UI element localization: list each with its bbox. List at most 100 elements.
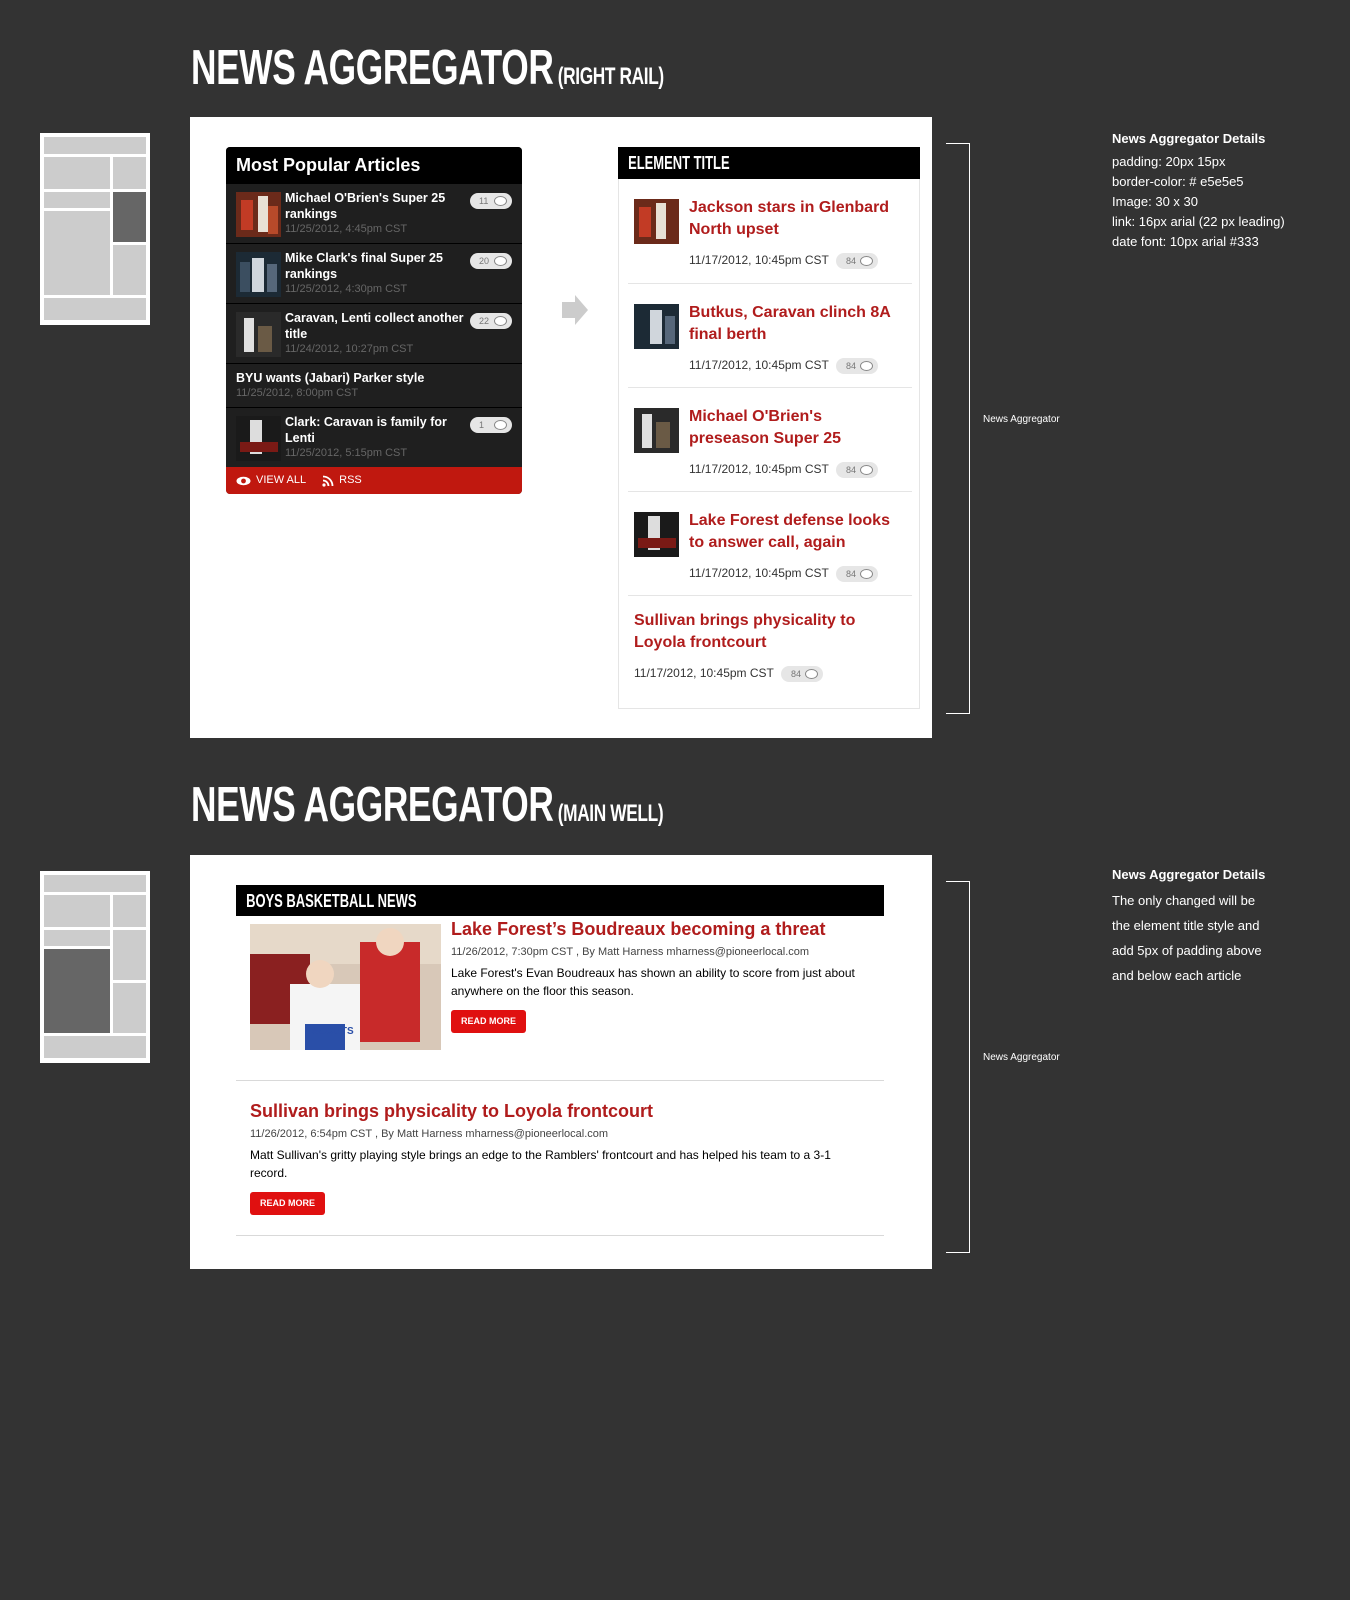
article-thumbnail bbox=[236, 312, 281, 357]
article-summary: Lake Forest's Evan Boudreaux has shown a… bbox=[451, 966, 855, 998]
right-rail-panel: Most Popular Articles Michael O'Brien's … bbox=[190, 117, 932, 738]
article-summary: Matt Sullivan's gritty playing style bri… bbox=[250, 1148, 831, 1180]
popular-item-title: BYU wants (Jabari) Parker style bbox=[236, 371, 425, 385]
section-title-main-well: NEWS AGGREGATOR (MAIN WELL) bbox=[191, 777, 664, 833]
article-thumbnail bbox=[236, 252, 281, 297]
most-popular-widget: Most Popular Articles Michael O'Brien's … bbox=[226, 147, 522, 494]
popular-item-title: Mike Clark's final Super 25 rankings bbox=[285, 251, 443, 281]
popular-item[interactable]: BYU wants (Jabari) Parker style 11/25/20… bbox=[226, 363, 522, 407]
comment-bubble-icon bbox=[494, 256, 507, 266]
list-item[interactable]: Lake Forest defense looks to answer call… bbox=[628, 492, 912, 596]
comment-count[interactable]: 1 bbox=[470, 417, 512, 433]
comment-count[interactable]: 20 bbox=[470, 253, 512, 269]
popular-footer: VIEW ALL RSS bbox=[226, 467, 522, 494]
rss-link[interactable]: RSS bbox=[322, 467, 362, 494]
list-item[interactable]: Michael O'Brien's preseason Super 25 11/… bbox=[628, 388, 912, 492]
comment-bubble-icon bbox=[860, 569, 873, 579]
comment-bubble-icon bbox=[805, 669, 818, 679]
main-well-article: Sullivan brings physicality to Loyola fr… bbox=[236, 1081, 884, 1236]
details-line: Image: 30 x 30 bbox=[1112, 194, 1198, 209]
details-notes: News Aggregator Details The only changed… bbox=[1112, 862, 1265, 988]
comment-count[interactable]: 84 bbox=[836, 253, 878, 269]
article-date: 11/17/2012, 10:45pm CST bbox=[689, 462, 829, 476]
popular-item-date: 11/24/2012, 10:27pm CST bbox=[285, 343, 414, 355]
section-subtitle-text: (RIGHT RAIL) bbox=[557, 63, 664, 90]
popular-item[interactable]: Caravan, Lenti collect another title 11/… bbox=[226, 303, 522, 363]
eye-icon bbox=[236, 476, 251, 485]
article-meta: 11/26/2012, 7:30pm CST , By Matt Harness… bbox=[451, 946, 810, 958]
view-all-link[interactable]: VIEW ALL bbox=[236, 467, 306, 494]
article-thumbnail bbox=[236, 416, 281, 461]
article-date: 11/17/2012, 10:45pm CST bbox=[689, 566, 829, 580]
comment-bubble-icon bbox=[860, 361, 873, 371]
popular-item[interactable]: Michael O'Brien's Super 25 rankings 11/2… bbox=[226, 183, 522, 243]
article-title-link[interactable]: Lake Forest’s Boudreaux becoming a threa… bbox=[451, 919, 825, 940]
popular-item-date: 11/25/2012, 5:15pm CST bbox=[285, 447, 408, 459]
bracket-label: News Aggregator bbox=[983, 1052, 1060, 1063]
article-thumbnail bbox=[634, 408, 679, 453]
comment-bubble-icon bbox=[860, 256, 873, 266]
article-thumbnail bbox=[634, 199, 679, 244]
popular-item-title: Clark: Caravan is family for Lenti bbox=[285, 415, 447, 445]
list-item[interactable]: Jackson stars in Glenbard North upset 11… bbox=[628, 179, 912, 284]
article-link[interactable]: Butkus, Caravan clinch 8A final berth bbox=[689, 302, 904, 346]
details-line: padding: 20px 15px bbox=[1112, 154, 1226, 169]
article-link[interactable]: Sullivan brings physicality to Loyola fr… bbox=[634, 610, 874, 654]
most-popular-heading: Most Popular Articles bbox=[226, 147, 522, 183]
svg-text:SCOUTS: SCOUTS bbox=[312, 1026, 354, 1037]
comment-count[interactable]: 84 bbox=[836, 358, 878, 374]
article-photo: SCOUTS bbox=[250, 924, 441, 1050]
comment-bubble-icon bbox=[494, 420, 507, 430]
section-subtitle-text: (MAIN WELL) bbox=[557, 800, 664, 827]
popular-item[interactable]: Mike Clark's final Super 25 rankings 11/… bbox=[226, 243, 522, 303]
article-date: 11/17/2012, 10:45pm CST bbox=[689, 358, 829, 372]
article-date: 11/17/2012, 10:45pm CST bbox=[689, 253, 829, 267]
comment-count[interactable]: 84 bbox=[836, 566, 878, 582]
details-notes: News Aggregator Details padding: 20px 15… bbox=[1112, 126, 1285, 252]
details-line: and below each article bbox=[1112, 968, 1242, 983]
section-title-text: NEWS AGGREGATOR bbox=[191, 41, 554, 95]
details-heading: News Aggregator Details bbox=[1112, 867, 1266, 882]
article-meta: 11/26/2012, 6:54pm CST , By Matt Harness… bbox=[250, 1128, 609, 1140]
popular-item-date: 11/25/2012, 8:00pm CST bbox=[236, 387, 359, 399]
bracket bbox=[946, 881, 970, 1253]
details-line: The only changed will be bbox=[1112, 893, 1256, 908]
popular-item[interactable]: Clark: Caravan is family for Lenti 11/25… bbox=[226, 407, 522, 467]
rss-icon bbox=[322, 475, 334, 487]
element-title-heading: ELEMENT TITLE bbox=[618, 147, 920, 179]
details-heading: News Aggregator Details bbox=[1112, 131, 1266, 146]
comment-count[interactable]: 11 bbox=[470, 193, 512, 209]
read-more-button[interactable]: READ MORE bbox=[250, 1192, 325, 1215]
article-thumbnail bbox=[236, 192, 281, 237]
layout-wireframe-right-rail bbox=[40, 133, 150, 325]
list-item[interactable]: Butkus, Caravan clinch 8A final berth 11… bbox=[628, 284, 912, 388]
section-title-right-rail: NEWS AGGREGATOR (RIGHT RAIL) bbox=[191, 40, 664, 96]
bracket-label: News Aggregator bbox=[983, 414, 1060, 425]
details-line: date font: 10px arial #333 bbox=[1112, 234, 1259, 249]
element-title-list: ELEMENT TITLE Jackson stars in Glenbard … bbox=[618, 147, 920, 709]
main-well-heading: BOYS BASKETBALL NEWS bbox=[236, 885, 884, 916]
details-line: the element title style and bbox=[1112, 918, 1260, 933]
article-link[interactable]: Lake Forest defense looks to answer call… bbox=[689, 510, 904, 554]
comment-count[interactable]: 84 bbox=[781, 666, 823, 682]
details-line: link: 16px arial (22 px leading) bbox=[1112, 214, 1285, 229]
details-line: add 5px of padding above bbox=[1112, 943, 1262, 958]
comment-bubble-icon bbox=[494, 196, 507, 206]
layout-wireframe-main-well bbox=[40, 871, 150, 1063]
read-more-button[interactable]: READ MORE bbox=[451, 1010, 526, 1033]
comment-count[interactable]: 22 bbox=[470, 313, 512, 329]
popular-item-title: Caravan, Lenti collect another title bbox=[285, 311, 464, 341]
article-link[interactable]: Michael O'Brien's preseason Super 25 bbox=[689, 406, 904, 450]
main-well-article: SCOUTS Lake Forest’s Boudreaux becoming … bbox=[236, 916, 884, 1081]
article-thumbnail bbox=[634, 512, 679, 557]
article-date: 11/17/2012, 10:45pm CST bbox=[634, 666, 774, 680]
article-title-link[interactable]: Sullivan brings physicality to Loyola fr… bbox=[250, 1101, 653, 1122]
popular-item-date: 11/25/2012, 4:45pm CST bbox=[285, 223, 408, 235]
details-line: border-color: # e5e5e5 bbox=[1112, 174, 1244, 189]
article-link[interactable]: Jackson stars in Glenbard North upset bbox=[689, 197, 904, 241]
right-arrow-icon bbox=[562, 295, 588, 325]
section-title-text: NEWS AGGREGATOR bbox=[191, 778, 554, 832]
comment-count[interactable]: 84 bbox=[836, 462, 878, 478]
list-item[interactable]: Sullivan brings physicality to Loyola fr… bbox=[628, 596, 912, 700]
popular-item-title: Michael O'Brien's Super 25 rankings bbox=[285, 191, 446, 221]
